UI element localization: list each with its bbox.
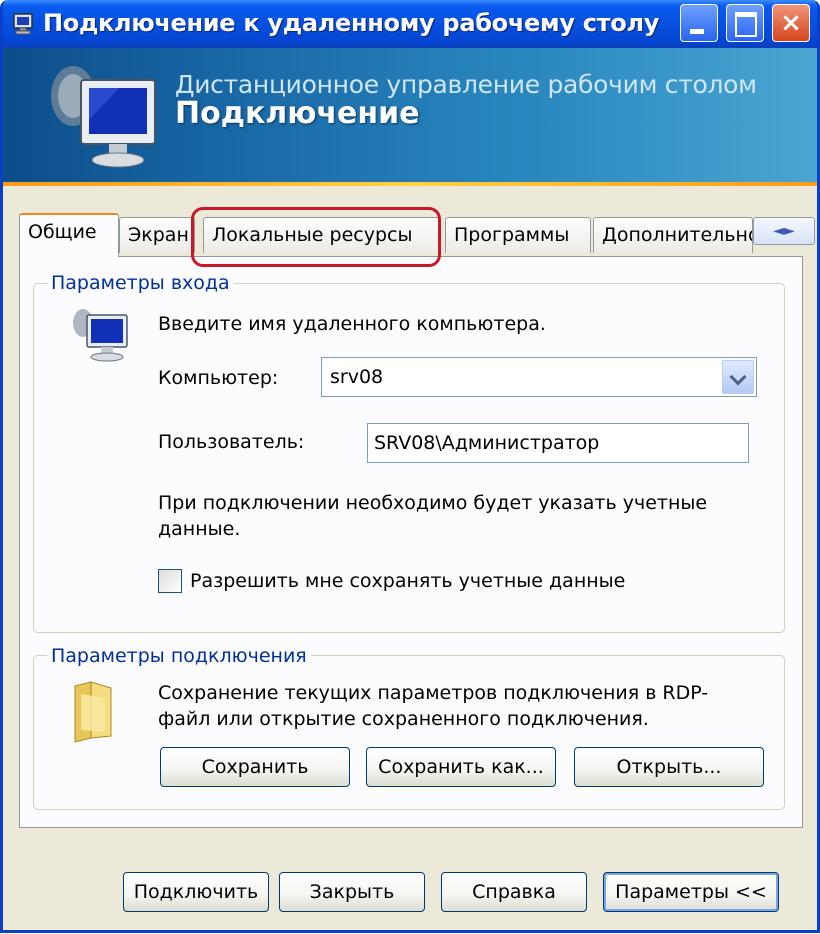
login-settings-legend: Параметры входа [47,272,234,294]
title-bar[interactable]: Подключение к удаленному рабочему столу … [3,0,817,48]
tab-programs[interactable]: Программы [445,217,591,253]
open-button[interactable]: Открыть... [574,747,764,787]
save-credentials-checkbox[interactable] [158,569,182,593]
close-dialog-button[interactable]: Закрыть [279,872,425,912]
connect-button[interactable]: Подключить [123,872,269,912]
folder-icon [74,681,112,743]
user-value: SRV08\Администратор [374,432,600,454]
window-title: Подключение к удаленному рабочему столу [43,9,660,37]
tab-scroll-arrows[interactable]: ◄► [753,217,815,245]
rdp-window: Подключение к удаленному рабочему столу … [0,0,820,933]
remote-desktop-icon [13,13,33,35]
save-button[interactable]: Сохранить [160,747,350,787]
banner-divider [3,182,817,186]
help-button[interactable]: Справка [441,872,587,912]
connection-settings-legend: Параметры подключения [47,645,311,667]
computer-combobox[interactable]: srv08 [321,357,757,397]
maximize-button[interactable] [726,4,764,42]
user-field[interactable]: SRV08\Администратор [367,423,749,463]
tab-general[interactable]: Общие [19,213,119,257]
computer-icon [73,309,128,362]
connection-description: Сохранение текущих параметров подключени… [158,682,709,730]
computer-value: srv08 [330,366,384,388]
save-as-button[interactable]: Сохранить как... [366,747,556,787]
minimize-button[interactable] [680,4,718,42]
local-resources-highlight [191,207,441,267]
chevron-down-icon[interactable] [722,360,754,394]
banner-subtitle: Дистанционное управление рабочим столом [175,70,757,99]
remote-computer-icon [51,66,156,168]
banner-title: Подключение [175,96,420,131]
user-label: Пользователь: [158,431,305,453]
save-credentials-label[interactable]: Разрешить мне сохранять учетные данные [190,570,625,592]
options-button[interactable]: Параметры << [603,872,779,912]
computer-label: Компьютер: [158,367,279,389]
close-icon: × [780,8,802,38]
computer-intro-text: Введите имя удаленного компьютера. [158,313,546,335]
tab-display[interactable]: Экран [119,217,195,253]
credentials-note: При подключении необходимо будет указать… [158,492,708,540]
close-button[interactable]: × [772,4,810,42]
tab-advanced[interactable]: Дополнительно [593,217,753,253]
